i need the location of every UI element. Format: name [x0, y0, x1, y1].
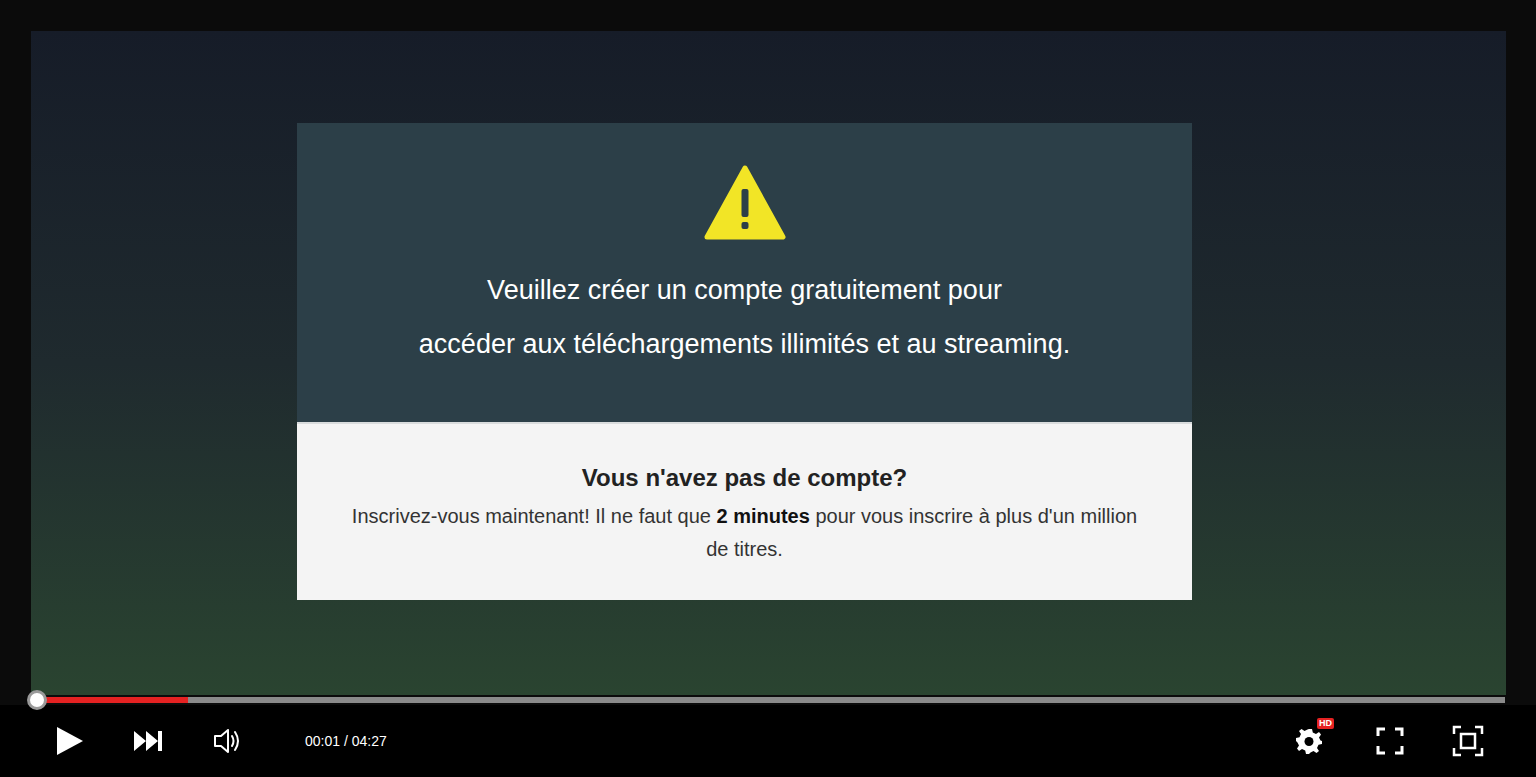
progress-track[interactable] [37, 697, 1505, 703]
modal-text: Inscrivez-vous maintenant! Il ne faut qu… [350, 500, 1140, 566]
gear-icon [1295, 727, 1323, 755]
title-line: accéder aux téléchargements illimités et… [419, 317, 1070, 371]
modal-body: Vous n'avez pas de compte? Inscrivez-vous… [297, 424, 1192, 600]
time-display: 00:01 / 04:27 [305, 731, 387, 751]
title-line: Veuillez créer un compte gratuitement po… [487, 263, 1002, 317]
play-icon [54, 726, 84, 756]
next-button[interactable] [133, 730, 163, 752]
volume-icon [212, 726, 242, 756]
video-area: Veuillez créer un compte gratuitement po… [0, 0, 1536, 695]
fullscreen-icon [1375, 726, 1405, 756]
modal-subheading: Vous n'avez pas de compte? [582, 462, 907, 494]
modal-header: Veuillez créer un compte gratuitement po… [297, 123, 1192, 422]
progress-knob[interactable] [27, 690, 47, 710]
text-segment: Inscrivez-vous maintenant! Il ne faut qu… [352, 505, 717, 527]
progress-fill [37, 697, 188, 703]
signup-modal: Veuillez créer un compte gratuitement po… [297, 123, 1192, 600]
play-button[interactable] [54, 726, 84, 756]
control-bar: 00:01 / 04:27 HD [0, 705, 1536, 777]
modal-title: Veuillez créer un compte gratuitement po… [419, 263, 1070, 371]
video-frame: Veuillez créer un compte gratuitement po… [31, 31, 1506, 695]
volume-button[interactable] [212, 726, 242, 756]
text-segment: 2 minutes [716, 505, 809, 527]
progress-row [0, 695, 1536, 705]
next-icon [133, 730, 163, 752]
expand-button[interactable] [1452, 725, 1484, 757]
warning-icon [704, 165, 786, 241]
fullscreen-button[interactable] [1375, 726, 1405, 756]
hd-badge: HD [1317, 718, 1334, 729]
settings-button[interactable]: HD [1293, 725, 1325, 757]
expand-icon [1452, 725, 1484, 757]
